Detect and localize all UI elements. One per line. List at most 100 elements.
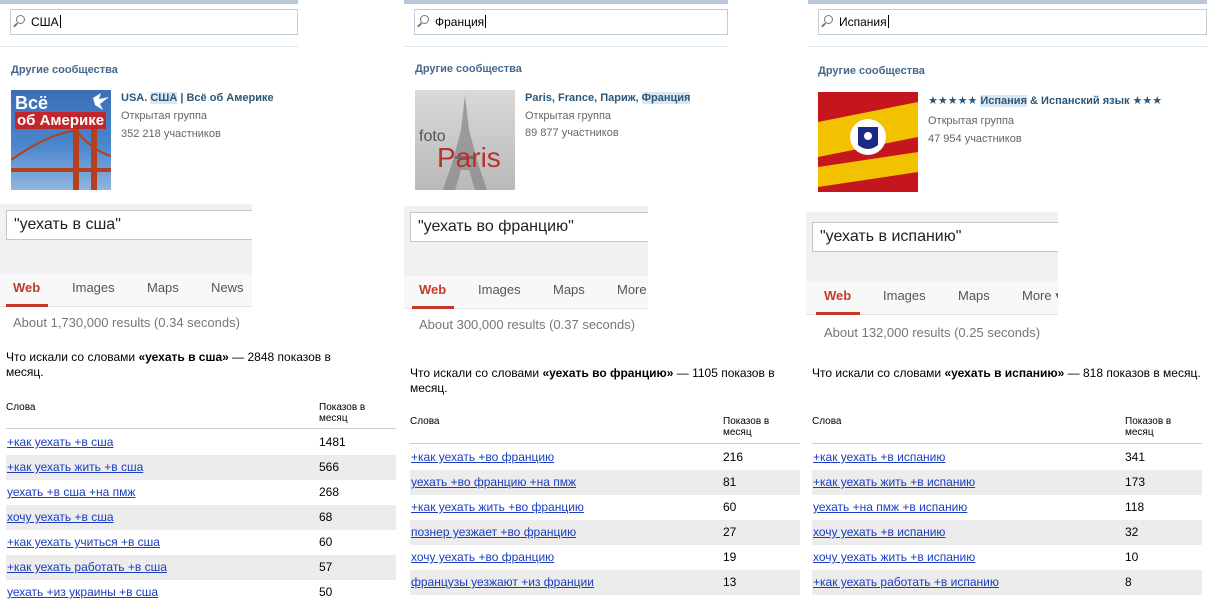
wordstat-description: Что искали со словами «уехать во францию… xyxy=(410,366,775,395)
google-results-spain: "уехать в испанию" Web Images Maps More … xyxy=(806,212,1058,348)
community-thumbnail[interactable] xyxy=(818,92,918,192)
table-row: +как уехать работать +в испанию 8 xyxy=(812,570,1202,595)
spanish-flag-image xyxy=(818,92,918,192)
impressions-count: 341 xyxy=(1125,450,1146,464)
table-row: уехать +на пмж +в испанию 118 xyxy=(812,495,1202,520)
google-search-input[interactable]: "уехать в сша" xyxy=(6,210,252,240)
impressions-count: 68 xyxy=(319,510,333,524)
column-header-words: Слова xyxy=(6,402,36,413)
keyword-link[interactable]: +как уехать +во францию xyxy=(411,450,554,464)
google-search-input[interactable]: "уехать в испанию" xyxy=(812,222,1058,252)
search-icon xyxy=(420,15,429,24)
keyword-link[interactable]: +как уехать работать +в испанию xyxy=(813,575,999,589)
google-search-input[interactable]: "уехать во францию" xyxy=(410,212,648,242)
divider xyxy=(808,46,1207,47)
impressions-count: 216 xyxy=(723,450,744,464)
keyword-link[interactable]: +как уехать жить +в испанию xyxy=(813,475,975,489)
table-row: хочу уехать +во францию 19 xyxy=(410,545,800,570)
impressions-count: 1481 xyxy=(319,435,346,449)
impressions-count: 13 xyxy=(723,575,737,589)
community-title-link[interactable]: ★★★★★ Испания & Испанский язык ★★★ xyxy=(928,94,1162,107)
keyword-link[interactable]: +как уехать +в испанию xyxy=(813,450,945,464)
result-stats: About 1,730,000 results (0.34 seconds) xyxy=(13,315,240,330)
keyword-link[interactable]: хочу уехать +во францию xyxy=(411,550,554,564)
keyword-link[interactable]: уехать +в сша +на пмж xyxy=(7,485,135,499)
community-search-input[interactable]: США xyxy=(10,9,298,35)
table-row: уехать +в сша +на пмж 268 xyxy=(6,480,396,505)
google-tabs: Web Images Maps More ▾ xyxy=(806,282,1058,315)
tab-web[interactable]: Web xyxy=(419,282,446,297)
google-tabs: Web Images Maps More xyxy=(404,276,648,309)
keyword-link[interactable]: +как уехать учиться +в сша xyxy=(7,535,160,549)
community-thumbnail[interactable]: Всё об Америке xyxy=(11,90,111,190)
table-header-divider xyxy=(6,428,396,429)
keyword-link[interactable]: +как уехать жить +во францию xyxy=(411,500,584,514)
community-type: Открытая группа xyxy=(928,115,1015,127)
active-tab-underline xyxy=(816,312,860,315)
tab-maps[interactable]: Maps xyxy=(958,288,990,303)
impressions-count: 173 xyxy=(1125,475,1146,489)
google-results-usa: "уехать в сша" Web Images Maps News Abou… xyxy=(0,204,252,340)
impressions-count: 50 xyxy=(319,585,333,599)
google-header: "уехать в сша" xyxy=(0,204,252,274)
keyword-link[interactable]: хочу уехать +в испанию xyxy=(813,525,945,539)
table-header-divider xyxy=(812,443,1202,444)
community-title-link[interactable]: USA. США | Всё об Америке xyxy=(121,92,274,104)
active-tab-underline xyxy=(6,304,48,307)
community-thumbnail[interactable]: foto Paris xyxy=(415,90,515,190)
keyword-link[interactable]: +как уехать жить +в сша xyxy=(7,460,143,474)
impressions-count: 566 xyxy=(319,460,340,474)
active-tab-underline xyxy=(412,306,454,309)
google-results-france: "уехать во францию" Web Images Maps More… xyxy=(404,206,648,342)
keyword-link[interactable]: французы уезжают +из франции xyxy=(411,575,594,589)
keyword-link[interactable]: хочу уехать +в сша xyxy=(7,510,114,524)
tab-more[interactable]: More ▾ xyxy=(1022,288,1058,304)
tab-images[interactable]: Images xyxy=(478,282,521,297)
vk-top-bar xyxy=(404,0,728,4)
tab-more[interactable]: More xyxy=(617,282,647,297)
community-search-france: Франция Другие сообщества foto Paris Par… xyxy=(404,0,728,200)
table-row: хочу уехать +в испанию 32 xyxy=(812,520,1202,545)
community-members: 89 877 участников xyxy=(525,127,619,139)
tab-web[interactable]: Web xyxy=(824,288,851,303)
community-search-input[interactable]: Испания xyxy=(818,9,1207,35)
vk-top-bar xyxy=(808,0,1207,4)
keyword-link[interactable]: хочу уехать жить +в испанию xyxy=(813,550,975,564)
keyword-link[interactable]: +как уехать работать +в сша xyxy=(7,560,167,574)
community-type: Открытая группа xyxy=(525,110,612,122)
tab-maps[interactable]: Maps xyxy=(553,282,585,297)
keyword-link[interactable]: +как уехать +в сша xyxy=(7,435,113,449)
keyword-link[interactable]: познер уезжает +во францию xyxy=(411,525,576,539)
table-row: хочу уехать +в сша 68 xyxy=(6,505,396,530)
tab-news[interactable]: News xyxy=(211,280,244,295)
tab-images[interactable]: Images xyxy=(72,280,115,295)
community-title-link[interactable]: Paris, France, Париж, Франция xyxy=(525,92,691,104)
impressions-count: 32 xyxy=(1125,525,1139,539)
keyword-link[interactable]: уехать +во францию +на пмж xyxy=(411,475,576,489)
keyword-link[interactable]: уехать +из украины +в сша xyxy=(7,585,158,599)
table-header-divider xyxy=(410,443,800,444)
text-caret xyxy=(887,15,889,28)
other-communities-heading: Другие сообщества xyxy=(11,64,118,76)
keyword-link[interactable]: уехать +на пмж +в испанию xyxy=(813,500,967,514)
tab-images[interactable]: Images xyxy=(883,288,926,303)
table-row: +как уехать жить +в испанию 173 xyxy=(812,470,1202,495)
table-row: +как уехать работать +в сша 57 xyxy=(6,555,396,580)
text-caret xyxy=(485,15,487,28)
search-icon xyxy=(824,15,833,24)
table-row: познер уезжает +во францию 27 xyxy=(410,520,800,545)
impressions-count: 268 xyxy=(319,485,340,499)
community-search-spain: Испания Другие сообщества ★★★★★ Испания … xyxy=(808,0,1207,200)
result-stats: About 300,000 results (0.37 seconds) xyxy=(419,317,636,332)
thumbnail-caption-2: Paris xyxy=(437,142,501,173)
table-row: хочу уехать жить +в испанию 10 xyxy=(812,545,1202,570)
other-communities-heading: Другие сообщества xyxy=(818,65,925,77)
community-search-input[interactable]: Франция xyxy=(414,9,728,35)
column-header-count: Показов в месяц xyxy=(319,402,366,424)
tab-web[interactable]: Web xyxy=(13,280,40,295)
community-type: Открытая группа xyxy=(121,110,208,122)
wordstat-description: Что искали со словами «уехать в испанию»… xyxy=(812,366,1201,380)
community-search-usa: США Другие сообщества Всё об Америке USA… xyxy=(0,0,298,200)
tab-maps[interactable]: Maps xyxy=(147,280,179,295)
impressions-count: 19 xyxy=(723,550,737,564)
